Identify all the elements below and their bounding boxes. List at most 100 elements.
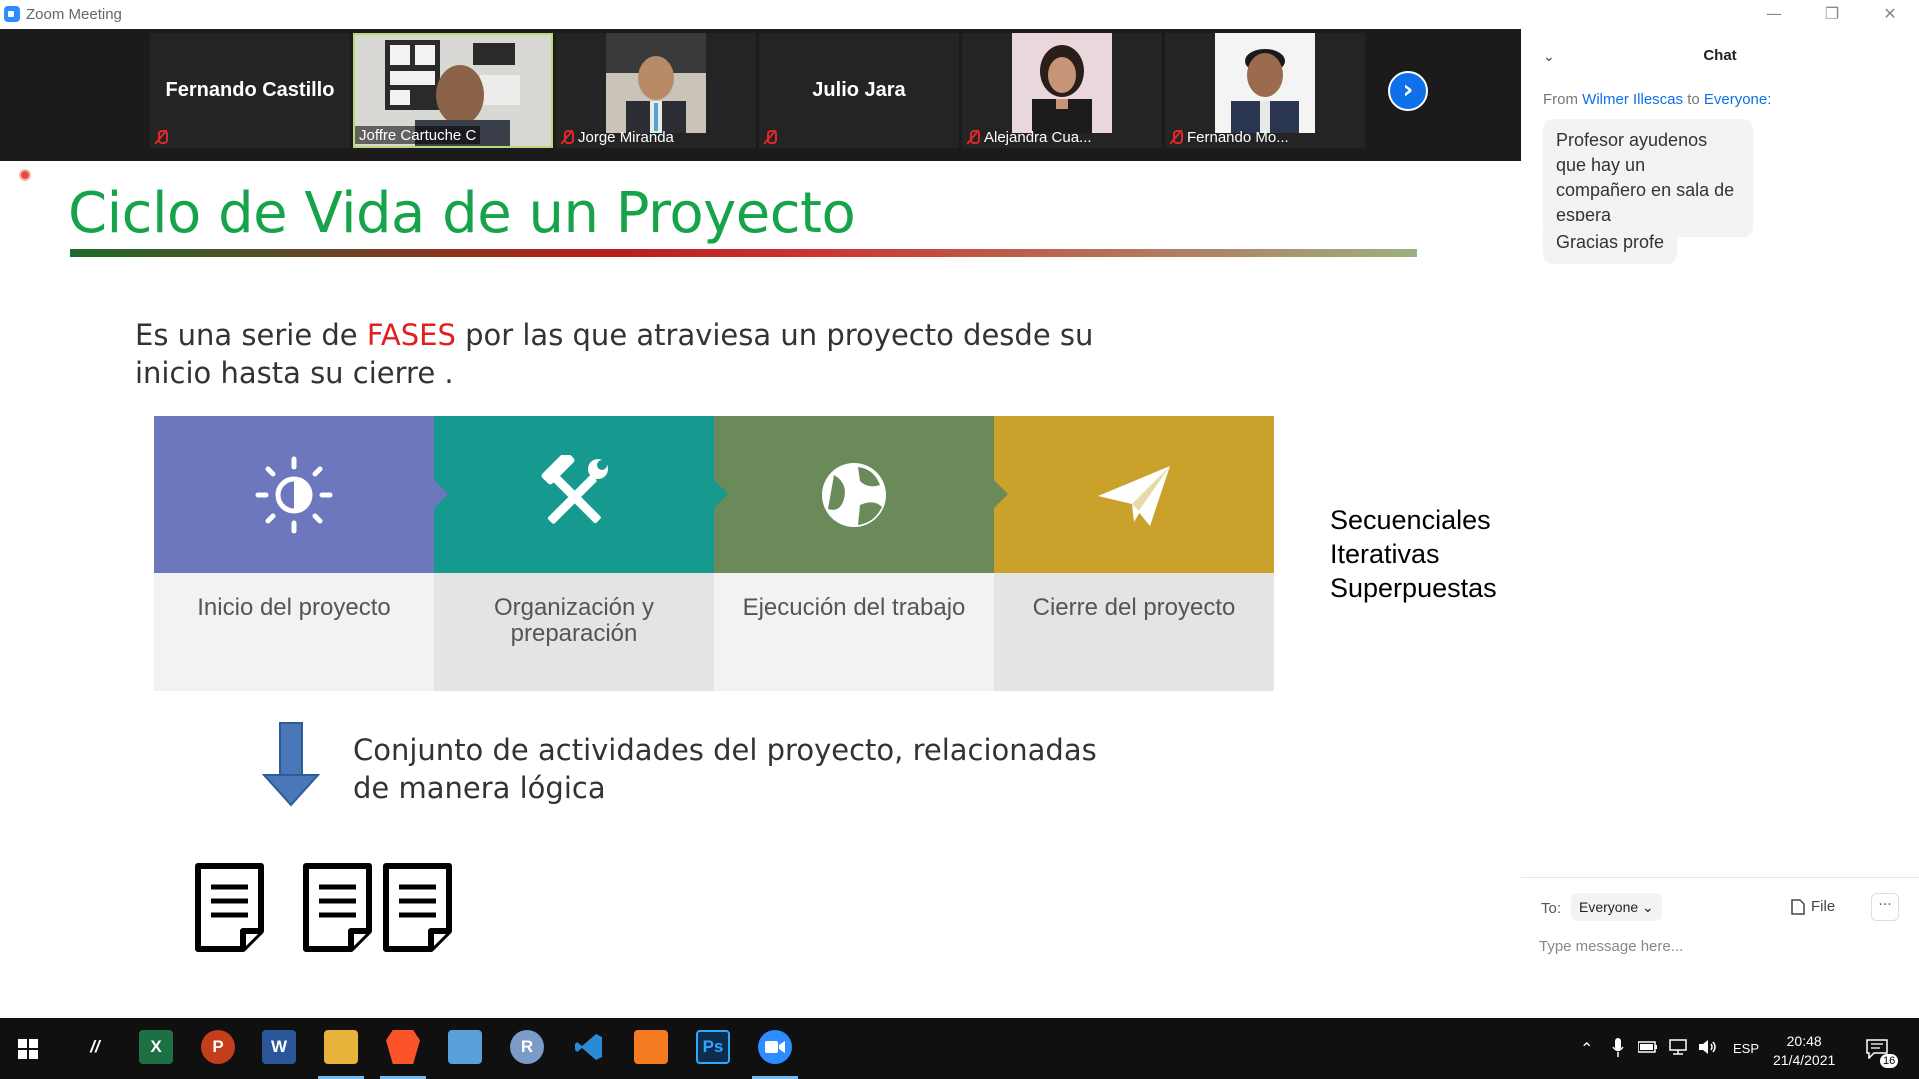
phase-color-band (154, 416, 448, 573)
file-icon (1791, 899, 1805, 915)
shared-screen-slide: Ciclo de Vida de un Proyecto Es una seri… (0, 161, 1521, 1018)
participant-name: Alejandra Cua... (984, 128, 1092, 146)
participant-name: Julio Jara (812, 79, 906, 101)
close-button[interactable]: ✕ (1861, 0, 1919, 29)
more-options-button[interactable]: ··· (1871, 893, 1899, 921)
participant-tile[interactable]: Alejandra Cua... (962, 33, 1162, 148)
muted-mic-icon (560, 129, 574, 145)
app-slash-icon[interactable]: // (78, 1030, 112, 1064)
activities-text: Conjunto de actividades del proyecto, re… (353, 733, 1097, 805)
tools-icon (541, 454, 608, 524)
chevron-up-icon[interactable]: ⌃ (1580, 1018, 1593, 1079)
participant-caption: Alejandra Cua... (966, 128, 1092, 146)
next-participants-button[interactable]: › (1388, 71, 1428, 111)
chat-message: Gracias profe (1543, 221, 1678, 264)
chat-message-input[interactable] (1539, 931, 1899, 961)
globe-icon (822, 462, 886, 527)
to-label: To: (1541, 900, 1562, 917)
r-icon[interactable]: R (510, 1030, 544, 1064)
battery-icon[interactable] (1638, 1041, 1658, 1053)
window-titlebar: Zoom Meeting — ❐ ✕ (0, 0, 1919, 29)
xampp-icon[interactable] (634, 1030, 668, 1064)
phase-arrow (434, 480, 448, 508)
phase-block: Cierre del proyecto (994, 416, 1274, 691)
chevron-right-icon: › (1402, 75, 1414, 105)
participant-caption: Fernando Mo... (1169, 128, 1289, 146)
microphone-icon[interactable] (1612, 1038, 1624, 1058)
participant-tile[interactable]: Jorge Miranda (556, 33, 756, 148)
slide-title: Ciclo de Vida de un Proyecto (68, 181, 856, 246)
type-item: Iterativas (1330, 539, 1440, 569)
participant-video-strip: Fernando Castillo Joffre Cartuche C Jorg… (0, 29, 1521, 161)
restore-button[interactable]: ❐ (1803, 0, 1861, 29)
minimize-button[interactable]: — (1745, 0, 1803, 29)
participant-tile-active[interactable]: Joffre Cartuche C (353, 33, 553, 148)
phase-label: Inicio del proyecto (154, 573, 434, 691)
participant-caption: Jorge Miranda (560, 128, 674, 146)
file-button[interactable]: File (1791, 893, 1835, 921)
phase-label: Ejecución del trabajo (714, 573, 994, 691)
phase-block: Organización y preparación (434, 416, 728, 691)
phase-label: Organización y preparación (434, 573, 714, 691)
input-language[interactable]: ESP (1733, 1018, 1759, 1079)
document-icons (195, 863, 452, 952)
phase-block: Inicio del proyecto (154, 416, 448, 691)
participant-name: Jorge Miranda (578, 128, 674, 146)
excel-icon[interactable]: X (139, 1030, 173, 1064)
from-label: From (1543, 91, 1578, 108)
windows-taskbar: // X P W R Ps ⌃ ESP 20:48 21/4/2021 16 (0, 1018, 1919, 1079)
phase-arrow (714, 480, 728, 508)
type-item: Secuenciales (1330, 505, 1491, 535)
participant-name: Joffre Cartuche C (359, 126, 477, 144)
phase-color-band (434, 416, 728, 573)
chat-divider (1521, 877, 1919, 878)
word-icon[interactable]: W (262, 1030, 296, 1064)
participant-tile[interactable]: Julio Jara (759, 33, 959, 148)
participant-name: Fernando Mo... (1187, 128, 1289, 146)
paper-plane-icon (1098, 465, 1170, 526)
phase-color-band (714, 416, 1008, 573)
recording-indicator-icon (19, 169, 31, 181)
down-arrow-icon (262, 722, 320, 807)
type-item: Superpuestas (1330, 573, 1497, 603)
action-center-button[interactable]: 16 (1866, 1018, 1899, 1079)
clock-date: 21/4/2021 (1773, 1052, 1836, 1068)
taskbar-clock[interactable]: 20:48 21/4/2021 (1773, 1032, 1835, 1070)
zoom-app-icon (4, 6, 20, 22)
muted-mic-icon (966, 129, 980, 145)
vscode-icon[interactable] (572, 1030, 606, 1064)
chat-message: Profesor ayudenos que hay un compañero e… (1543, 119, 1753, 237)
powerpoint-icon[interactable]: P (201, 1030, 235, 1064)
vscode-glyph (575, 1034, 602, 1060)
participant-video (1215, 33, 1315, 133)
intro-highlight: FASES (366, 318, 456, 352)
brave-icon[interactable] (386, 1030, 420, 1064)
file-explorer-icon[interactable] (324, 1030, 358, 1064)
network-icon[interactable] (1668, 1039, 1688, 1055)
participant-video (1012, 33, 1112, 133)
phase-diagram: Inicio del proyecto Organización y prepa… (154, 416, 1274, 691)
participant-caption (154, 128, 168, 146)
intro-pre: Es una serie de (135, 318, 367, 352)
speaker-icon[interactable] (1698, 1039, 1718, 1055)
contact-card-icon[interactable] (448, 1030, 482, 1064)
file-label: File (1811, 898, 1836, 915)
slide-intro-text: Es una serie de FASES por las que atravi… (135, 316, 1115, 392)
camera-glyph (765, 1041, 785, 1053)
participant-tile[interactable]: Fernando Castillo (150, 33, 350, 148)
to-word: to (1687, 91, 1700, 108)
sender-name[interactable]: Wilmer Illescas (1582, 91, 1683, 108)
participant-caption: Joffre Cartuche C (355, 126, 481, 144)
participant-tile[interactable]: Fernando Mo... (1165, 33, 1365, 148)
phase-color-band (994, 416, 1274, 573)
document-icon (303, 863, 372, 952)
sun-icon (255, 456, 333, 533)
start-icon[interactable] (18, 1039, 38, 1059)
recipient-selected: Everyone (1579, 899, 1639, 915)
recipient-select[interactable]: Everyone ⌄ (1571, 893, 1662, 921)
photoshop-icon[interactable]: Ps (696, 1030, 730, 1064)
title-underline (70, 249, 1417, 257)
zoom-icon[interactable] (758, 1030, 792, 1064)
recipient-name[interactable]: Everyone: (1704, 91, 1772, 108)
muted-mic-icon (1169, 129, 1183, 145)
